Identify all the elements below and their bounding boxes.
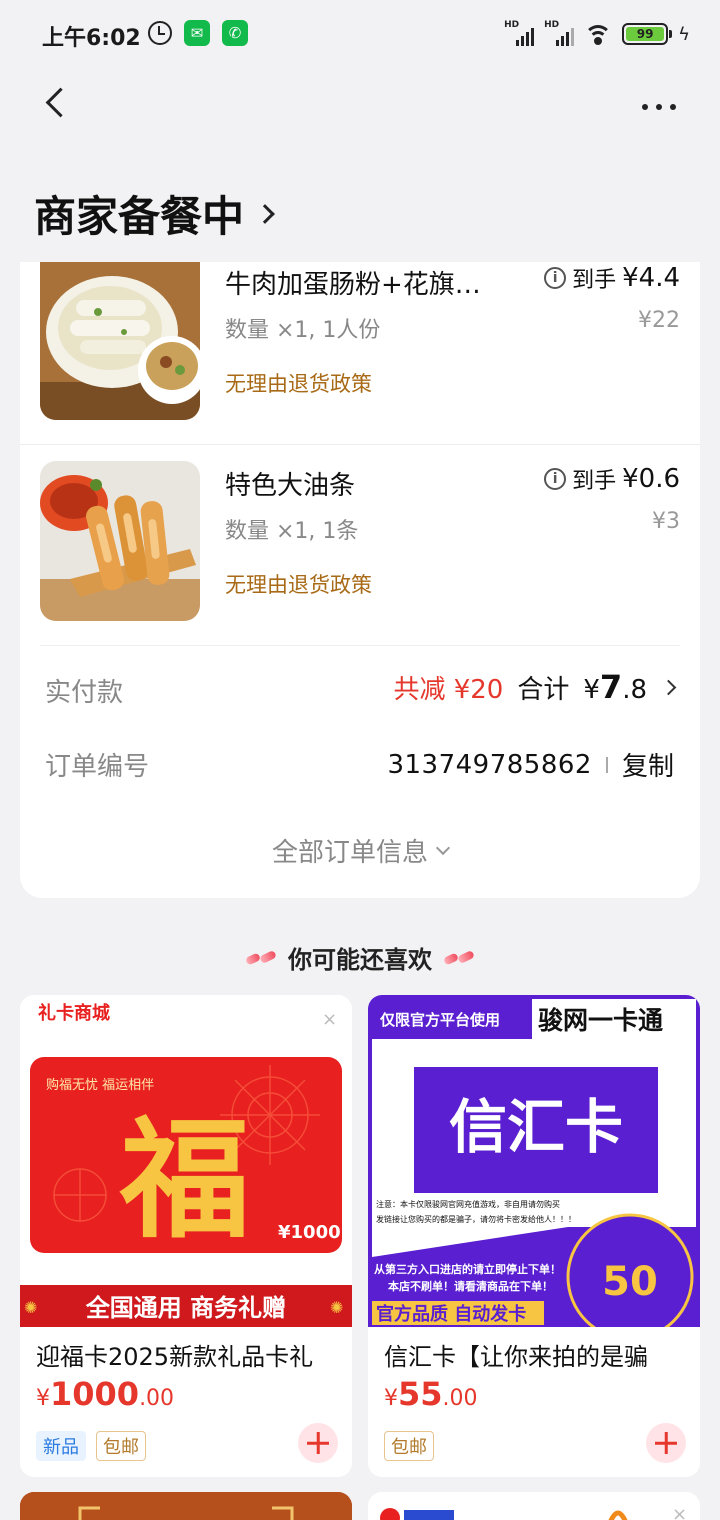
charging-icon: ϟ (678, 23, 690, 45)
item-quantity: 数量 ×1, 1条 (225, 519, 359, 544)
order-item[interactable]: 牛肉加蛋肠粉+花旗… 数量 ×1, 1人份 无理由退货政策 i 到手 ¥4.4 … (20, 262, 700, 444)
svg-text:¥1000: ¥1000 (278, 1222, 341, 1243)
svg-text:✺: ✺ (24, 1298, 37, 1317)
copy-button[interactable]: 复制 (622, 746, 674, 783)
product-card[interactable]: 礼卡商城 × 购福无忧 福运相伴 福 ¥1000 全国通用 商务礼赠 ✺ ✺ 迎… (20, 995, 352, 1477)
more-options-button[interactable] (642, 104, 676, 110)
item-name: 牛肉加蛋肠粉+花旗… (225, 270, 481, 300)
add-to-cart-button[interactable] (646, 1423, 686, 1463)
chevron-right-icon (660, 679, 677, 695)
product-name: 信汇卡【让你来拍的是骗 (384, 1343, 648, 1371)
info-icon[interactable]: i (544, 468, 567, 490)
status-system-icons: HD HD 99 ϟ (504, 20, 690, 46)
svg-text:骏网一卡通: 骏网一卡通 (538, 1006, 663, 1035)
back-button[interactable] (36, 84, 76, 124)
tag-new: 新品 (36, 1431, 86, 1461)
product-card-partial[interactable] (20, 1492, 352, 1520)
item-thumbnail (40, 262, 200, 420)
sparkle-icon (442, 949, 476, 966)
discount-amount: 共减 ¥20 (393, 674, 504, 705)
svg-text:✺: ✺ (330, 1298, 343, 1317)
wechat-icon: ✉ (184, 20, 210, 46)
order-card: 牛肉加蛋肠粉+花旗… 数量 ×1, 1人份 无理由退货政策 i 到手 ¥4.4 … (20, 262, 700, 898)
wifi-icon (584, 23, 613, 45)
signal-icon: HD (504, 20, 535, 46)
status-notification-icons: ✉ ✆ (148, 20, 248, 46)
product-card[interactable]: 仅限官方平台使用 骏网一卡通 信汇卡 注意：本卡仅限骏网官网充值游戏，非自用请勿… (368, 995, 700, 1477)
total-label: 合计 (517, 674, 570, 705)
product-name: 迎福卡2025新款礼品卡礼 (36, 1343, 314, 1371)
svg-text:×: × (322, 1009, 337, 1030)
order-number: 313749785862 (387, 749, 592, 780)
chevron-down-icon (435, 840, 451, 855)
chevron-right-icon (255, 203, 275, 224)
recommend-section-title: 你可能还喜欢 (0, 940, 720, 975)
svg-text:50: 50 (602, 1259, 658, 1305)
return-policy-link[interactable]: 无理由退货政策 (225, 569, 372, 599)
svg-text:福: 福 (119, 1103, 250, 1256)
tag-free-shipping: 包邮 (384, 1431, 434, 1461)
total-amount: ¥7.8 (583, 668, 647, 706)
signal-icon-2: HD (544, 20, 575, 46)
battery-icon: 99 (622, 23, 673, 45)
svg-text:全国通用 商务礼赠: 全国通用 商务礼赠 (85, 1294, 286, 1322)
product-tags: 新品 包邮 (36, 1431, 146, 1461)
payment-label: 实付款 (45, 678, 124, 708)
net-price[interactable]: i 到手 ¥0.6 (544, 463, 680, 495)
item-quantity: 数量 ×1, 1人份 (225, 318, 381, 343)
product-image: 仅限官方平台使用 骏网一卡通 信汇卡 注意：本卡仅限骏网官网充值游戏，非自用请勿… (368, 995, 700, 1341)
svg-text:注意：本卡仅限骏网官网充值游戏，非自用请勿购买: 注意：本卡仅限骏网官网充值游戏，非自用请勿购买 (376, 1199, 560, 1209)
svg-text:发链接让您购买的都是骗子，请勿将卡密发给他人！！！: 发链接让您购买的都是骗子，请勿将卡密发给他人！！！ (376, 1214, 576, 1224)
all-order-info-toggle[interactable]: 全部订单信息 (20, 832, 700, 869)
net-price[interactable]: i 到手 ¥4.4 (544, 262, 680, 294)
original-price: ¥3 (652, 509, 680, 534)
svg-text:从第三方入口进店的请立即停止下单！: 从第三方入口进店的请立即停止下单！ (374, 1262, 561, 1276)
svg-text:礼卡商城: 礼卡商城 (38, 1002, 110, 1024)
svg-text:×: × (672, 1504, 687, 1520)
divider (20, 444, 700, 445)
svg-text:仅限官方平台使用: 仅限官方平台使用 (379, 1011, 500, 1029)
info-icon[interactable]: i (544, 267, 567, 289)
svg-text:购福无忧 福运相伴: 购福无忧 福运相伴 (46, 1077, 154, 1093)
order-item[interactable]: 特色大油条 数量 ×1, 1条 无理由退货政策 i 到手 ¥0.6 ¥3 (20, 461, 700, 641)
original-price: ¥22 (638, 308, 680, 333)
payment-summary[interactable]: 共减 ¥20 合计 ¥7.8 (393, 668, 677, 706)
product-price: ¥55.00 (384, 1375, 478, 1413)
item-thumbnail (40, 461, 200, 621)
divider (40, 645, 680, 646)
item-name: 特色大油条 (225, 471, 356, 501)
tag-free-shipping: 包邮 (96, 1431, 146, 1461)
return-policy-link[interactable]: 无理由退货政策 (225, 368, 372, 398)
separator (605, 756, 608, 773)
status-time: 上午6:02 (42, 26, 141, 51)
sparkle-icon (244, 949, 278, 966)
order-number-label: 订单编号 (45, 752, 150, 782)
order-number-row: 313749785862 复制 (387, 746, 674, 783)
order-status-title[interactable]: 商家备餐中 (34, 183, 275, 244)
product-image: 礼卡商城 × 购福无忧 福运相伴 福 ¥1000 全国通用 商务礼赠 ✺ ✺ (20, 995, 352, 1327)
svg-text:信汇卡: 信汇卡 (449, 1093, 623, 1161)
svg-text:本店不刷单！请看清商品在下单！: 本店不刷单！请看清商品在下单！ (388, 1279, 553, 1293)
product-card-partial[interactable]: × (368, 1492, 700, 1520)
status-bar: 上午6:02 ✉ ✆ HD HD 99 ϟ (0, 0, 720, 70)
alarm-icon (148, 21, 172, 45)
product-tags: 包邮 (384, 1431, 434, 1461)
svg-text:官方品质 自动发卡: 官方品质 自动发卡 (376, 1303, 526, 1325)
product-price: ¥1000.00 (36, 1375, 175, 1413)
phone-icon: ✆ (222, 20, 248, 46)
add-to-cart-button[interactable] (298, 1423, 338, 1463)
